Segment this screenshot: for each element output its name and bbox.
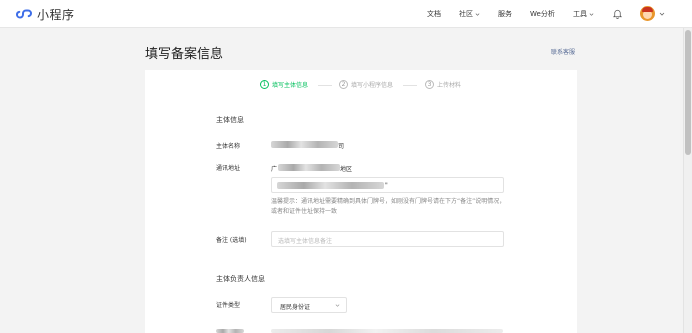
scrollbar-thumb[interactable] — [685, 30, 691, 155]
nav-item-label: 服务 — [498, 10, 512, 18]
chevron-down-icon — [335, 304, 340, 307]
page-scrollbar[interactable] — [683, 28, 692, 333]
step-connector — [318, 85, 332, 86]
address-hint: 温馨提示：通讯地址需要精确到具体门牌号，如刚没有门牌号请在下方“备注”说明情况，… — [271, 198, 506, 215]
subject-name-redacted — [271, 141, 338, 148]
step-number: 3 — [425, 80, 434, 89]
top-navigation-bar: 小程序 文档 社区 服务 We分析 工具 — [0, 0, 692, 28]
page-title: 填写备案信息 — [145, 47, 224, 62]
mini-program-logo[interactable]: 小程序 — [16, 6, 75, 22]
address-detail-input[interactable]: " — [271, 177, 504, 193]
address-detail-redacted — [277, 182, 384, 189]
step-label: 上传材料 — [437, 82, 462, 89]
remark-placeholder: 选填写主体信息备注 — [278, 238, 333, 245]
nav-item-docs[interactable]: 文档 — [427, 9, 441, 19]
avatar[interactable] — [640, 6, 655, 21]
nav-item-label: 文档 — [427, 10, 441, 18]
address-label: 通讯地址 — [216, 165, 241, 172]
step-connector — [403, 85, 417, 86]
next-field-hint-cut — [271, 329, 503, 333]
step-label: 填写小程序信息 — [351, 82, 394, 89]
address-region-suffix: 地区 — [340, 166, 353, 173]
chevron-down-icon — [589, 12, 594, 16]
step-label: 填写主体信息 — [272, 82, 309, 89]
subject-name-label: 主体名称 — [216, 143, 241, 150]
step-2: 2 填写小程序信息 — [339, 80, 393, 89]
app-title: 小程序 — [37, 7, 75, 22]
id-type-value: 居民身份证 — [280, 304, 311, 311]
chevron-down-icon — [475, 12, 480, 16]
section-title-subject: 主体信息 — [216, 116, 244, 124]
remark-label: 备注 (选填) — [216, 237, 247, 244]
nav-item-tools[interactable]: 工具 — [573, 9, 594, 19]
id-type-select[interactable]: 居民身份证 — [271, 297, 347, 313]
step-1: 1 填写主体信息 — [260, 80, 308, 89]
chevron-down-icon[interactable] — [659, 11, 665, 17]
notification-bell-icon[interactable] — [612, 8, 623, 19]
nav-item-community[interactable]: 社区 — [459, 9, 480, 19]
subject-name-suffix: 司 — [338, 143, 345, 150]
step-number: 2 — [339, 80, 348, 89]
step-number: 1 — [260, 80, 269, 89]
nav-item-label: 工具 — [573, 10, 587, 18]
contact-service-link[interactable]: 联系客服 — [551, 47, 575, 56]
nav-item-label: We分析 — [530, 10, 555, 18]
address-region-prefix: 广 — [271, 166, 278, 173]
remark-input[interactable]: 选填写主体信息备注 — [271, 231, 504, 247]
address-region-redacted — [278, 164, 340, 171]
id-type-label: 证件类型 — [216, 302, 241, 309]
next-field-label-cut — [216, 329, 244, 333]
nav-item-label: 社区 — [459, 10, 473, 18]
step-3: 3 上传材料 — [425, 80, 461, 89]
address-detail-suffix: " — [385, 182, 388, 189]
nav-item-we-analytics[interactable]: We分析 — [530, 9, 555, 19]
nav-item-services[interactable]: 服务 — [498, 9, 512, 19]
mini-program-logo-icon — [16, 9, 32, 19]
avatar-hat — [642, 7, 653, 12]
section-title-principal: 主体负责人信息 — [216, 275, 265, 283]
